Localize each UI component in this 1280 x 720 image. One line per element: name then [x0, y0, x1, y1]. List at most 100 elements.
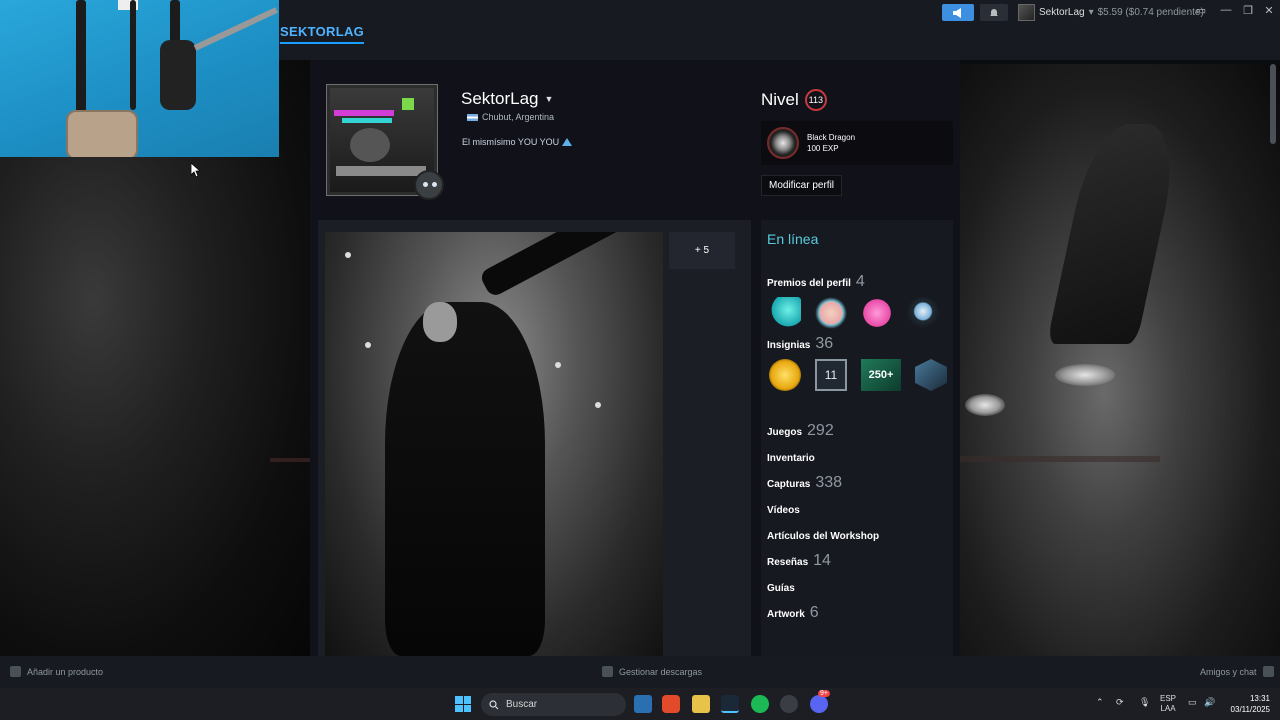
- file-explorer-icon[interactable]: [692, 695, 710, 713]
- showcase-artwork-image[interactable]: [325, 232, 663, 656]
- inventory-link[interactable]: Inventario: [767, 453, 815, 464]
- steam-app-icon[interactable]: [721, 695, 739, 713]
- clock-date: 03/11/2025: [1230, 705, 1270, 714]
- item-label: Guías: [767, 583, 795, 594]
- heart-award-icon[interactable]: [861, 297, 893, 329]
- artwork-horn: [1046, 124, 1184, 344]
- profile-location: Chubut, Argentina: [467, 112, 554, 122]
- profile-name: SektorLag: [461, 89, 539, 108]
- artwork-detail: [345, 252, 351, 258]
- item-count: 14: [813, 552, 831, 569]
- discord-icon[interactable]: [810, 695, 828, 713]
- nav-tab-username[interactable]: SEKTORLAG: [280, 24, 365, 44]
- badges-link[interactable]: Insignias 36: [767, 335, 833, 353]
- photos-app-icon[interactable]: [634, 695, 652, 713]
- badges-count: 36: [815, 335, 834, 352]
- avatar-detail: [402, 98, 414, 110]
- up-arrow-icon: [562, 138, 573, 146]
- spotify-icon[interactable]: [751, 695, 769, 713]
- add-product-button[interactable]: Añadir un producto: [10, 666, 103, 677]
- account-username: SektorLag: [1039, 7, 1085, 18]
- profile-sidebar: En línea Premios del perfil 4 Insignias …: [761, 220, 953, 660]
- windows-start-icon[interactable]: [455, 696, 471, 712]
- level-label: Nivel: [761, 90, 799, 109]
- argentina-flag-icon: [467, 113, 478, 121]
- keyboard-layout: LAA: [1160, 704, 1176, 713]
- game-collector-badge[interactable]: 250+: [861, 359, 901, 391]
- artwork-detail: [385, 302, 545, 656]
- item-label: Vídeos: [767, 505, 800, 516]
- windows-taskbar: Buscar 9+ ⌃ ⟳ 🎙 ESP LAA ▭ 🔊 13:31 03/11/…: [0, 688, 1280, 720]
- avatar-detail: [342, 118, 392, 123]
- glitch-stripe: [960, 456, 1160, 462]
- profile-name-menu[interactable]: SektorLag ▼: [461, 89, 553, 109]
- gold-coin-badge-icon[interactable]: [769, 359, 801, 391]
- item-label: Artículos del Workshop: [767, 531, 880, 542]
- taskbar-search[interactable]: Buscar: [481, 693, 626, 716]
- caret-down-icon: ▼: [544, 94, 554, 104]
- edit-profile-button[interactable]: Modificar perfil: [761, 175, 843, 196]
- item-count: 6: [809, 604, 819, 621]
- avatar-detail: [350, 128, 390, 162]
- badges-label: Insignias: [767, 340, 811, 351]
- profile-level[interactable]: Nivel 113: [761, 89, 827, 111]
- artwork-link[interactable]: Artwork 6: [767, 604, 819, 622]
- awards-row: [769, 297, 939, 329]
- artwork-eye: [965, 394, 1005, 416]
- games-link[interactable]: Juegos 292: [767, 422, 834, 440]
- page-scrollbar[interactable]: [1270, 64, 1276, 144]
- comet-award-icon[interactable]: [769, 297, 801, 329]
- hexagon-badge-icon[interactable]: [915, 359, 947, 391]
- announcements-button[interactable]: [942, 4, 974, 21]
- webcam-detail: [160, 40, 196, 110]
- system-clock[interactable]: 13:31 03/11/2025: [1226, 693, 1270, 715]
- guides-link[interactable]: Guías: [767, 583, 795, 594]
- brave-browser-icon[interactable]: [662, 695, 680, 713]
- account-menu[interactable]: SektorLag ▾ $5.59 ($0.74 pendiente): [1018, 3, 1204, 22]
- showcase-more-button[interactable]: + 5: [669, 232, 735, 269]
- reviews-link[interactable]: Reseñas 14: [767, 552, 831, 570]
- awards-label: Premios del perfil: [767, 278, 851, 289]
- orb-award-icon[interactable]: [907, 297, 939, 329]
- maximize-icon[interactable]: ❐: [1238, 4, 1258, 17]
- webcam-overlay: [0, 0, 279, 157]
- volume-icon[interactable]: 🔊: [1204, 697, 1215, 708]
- chevron-up-icon[interactable]: ⌃: [1096, 697, 1104, 708]
- webcam-detail: [76, 0, 86, 115]
- years-of-service-badge[interactable]: 11: [815, 359, 847, 391]
- language-indicator[interactable]: ESP LAA: [1160, 694, 1176, 714]
- favorite-badge[interactable]: Black Dragon 100 EXP: [761, 121, 953, 165]
- awards-count: 4: [855, 273, 865, 290]
- workshop-link[interactable]: Artículos del Workshop: [767, 531, 879, 542]
- bell-icon: [990, 8, 998, 16]
- baby-award-icon[interactable]: [815, 297, 847, 329]
- network-icon[interactable]: ▭: [1188, 697, 1197, 708]
- manage-downloads-button[interactable]: Gestionar descargas: [602, 666, 702, 677]
- badge-name: Black Dragon: [807, 133, 856, 142]
- favorite-badge-text: Black Dragon 100 EXP: [807, 132, 855, 154]
- item-label: Reseñas: [767, 557, 809, 568]
- app-icon[interactable]: [780, 695, 798, 713]
- chat-icon: [1262, 666, 1274, 677]
- friends-chat-button[interactable]: Amigos y chat: [1200, 666, 1274, 677]
- screenshots-link[interactable]: Capturas 338: [767, 474, 842, 492]
- level-badge: 113: [804, 89, 827, 111]
- sync-icon[interactable]: ⟳: [1116, 697, 1124, 708]
- big-picture-icon[interactable]: ▭: [1191, 4, 1211, 17]
- badges-row: 11 250+: [769, 359, 947, 391]
- videos-link[interactable]: Vídeos: [767, 505, 800, 516]
- discord-notification-badge: 9+: [818, 690, 830, 697]
- black-dragon-badge-icon: [767, 127, 799, 159]
- summary-text: El mismísimo YOU YOU: [462, 137, 560, 147]
- artwork-detail: [595, 402, 601, 408]
- microphone-icon[interactable]: 🎙: [1139, 697, 1150, 708]
- minimize-icon[interactable]: —: [1216, 4, 1236, 16]
- webcam-detail: [193, 7, 278, 51]
- close-icon[interactable]: ✕: [1259, 4, 1279, 17]
- notifications-button[interactable]: [980, 4, 1008, 21]
- artwork-detail: [423, 302, 457, 342]
- profile-panel: SektorLag ▼ Chubut, Argentina El mismísi…: [310, 60, 960, 660]
- artwork-eye: [1055, 364, 1115, 386]
- item-label: Inventario: [767, 453, 815, 464]
- profile-awards-link[interactable]: Premios del perfil 4: [767, 273, 865, 291]
